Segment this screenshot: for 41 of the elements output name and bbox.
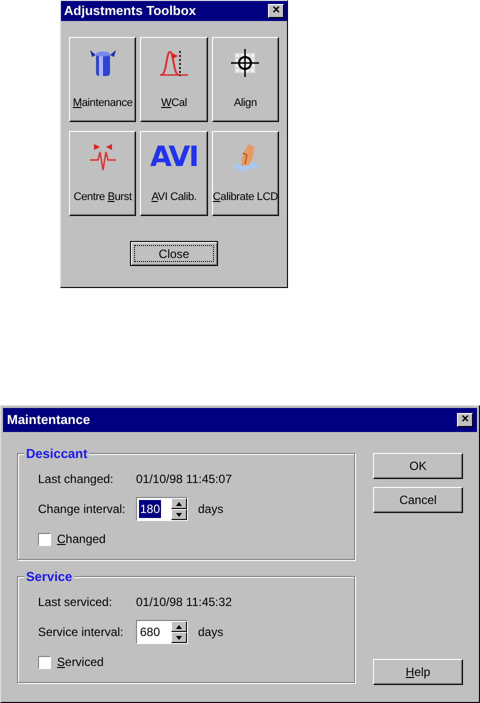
tool-button[interactable]: Calibrate LCD bbox=[212, 131, 279, 216]
spin-arrow-button[interactable] bbox=[171, 509, 187, 520]
field-label: Last changed: bbox=[38, 471, 114, 488]
unit-label: days bbox=[198, 501, 224, 518]
down-arrow-icon bbox=[174, 634, 184, 642]
up-arrow-icon bbox=[174, 500, 184, 508]
crosshair-icon bbox=[229, 47, 262, 79]
close-button[interactable]: ✕ bbox=[268, 4, 284, 18]
checkbox-label[interactable]: Serviced bbox=[38, 653, 354, 671]
dialog-button[interactable]: OK bbox=[373, 453, 463, 479]
checkbox[interactable] bbox=[38, 656, 51, 668]
cylinder-icon bbox=[88, 48, 118, 78]
dialog-button[interactable]: Help bbox=[373, 659, 463, 685]
tool-button[interactable]: AVI AVI Calib. bbox=[140, 131, 208, 216]
close-button[interactable]: Close bbox=[130, 241, 218, 266]
timestamp: 01/10/98 11:45:07 bbox=[136, 471, 232, 488]
checkbox[interactable] bbox=[38, 532, 51, 546]
window-title: Maintentance bbox=[7, 411, 90, 430]
field-label: Last serviced: bbox=[38, 594, 114, 611]
spin-arrow-button[interactable] bbox=[171, 498, 187, 509]
close-button[interactable]: ✕ bbox=[457, 413, 473, 427]
avi-logo: AVI bbox=[150, 143, 198, 171]
checkbox-label[interactable]: Changed bbox=[38, 530, 354, 548]
field-label: Change interval: bbox=[38, 501, 126, 518]
up-arrow-icon bbox=[174, 622, 184, 630]
spin-arrow-button[interactable] bbox=[171, 621, 187, 632]
window-title: Adjustments Toolbox bbox=[64, 2, 196, 20]
dialog-button[interactable]: Cancel bbox=[373, 487, 463, 513]
peak-graph-icon bbox=[158, 48, 190, 78]
timestamp: 01/10/98 11:45:32 bbox=[136, 594, 232, 611]
spin-box[interactable]: 680 bbox=[136, 620, 188, 644]
tool-button[interactable]: WCal bbox=[140, 37, 208, 122]
unit-label: days bbox=[198, 624, 224, 641]
spin-arrow-button[interactable] bbox=[171, 632, 187, 643]
waveform-icon bbox=[88, 142, 118, 172]
down-arrow-icon bbox=[174, 510, 184, 518]
tool-button[interactable]: Centre Burst bbox=[69, 131, 136, 216]
field-label: Service interval: bbox=[38, 624, 124, 641]
spin-box[interactable]: 180 bbox=[136, 497, 188, 521]
tool-button[interactable]: Align bbox=[212, 37, 279, 122]
tool-button[interactable]: Maintenance bbox=[69, 37, 136, 122]
